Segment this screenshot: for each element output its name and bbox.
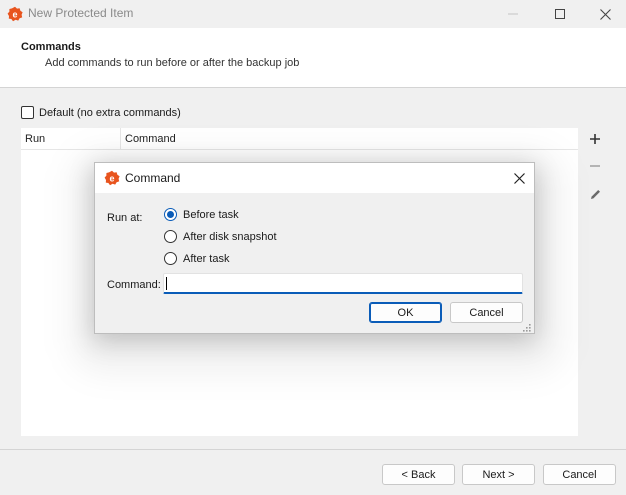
page-subtitle: Add commands to run before or after the … [45, 57, 300, 69]
page-title: Commands [21, 41, 81, 53]
minus-icon [590, 165, 600, 167]
add-command-button[interactable] [585, 129, 605, 149]
wizard-header: Commands Add commands to run before or a… [0, 28, 626, 88]
maximize-icon [555, 9, 565, 19]
pencil-icon [590, 189, 600, 199]
remove-command-button[interactable] [585, 156, 605, 176]
resize-grip-icon[interactable] [522, 323, 532, 333]
svg-text:e: e [109, 174, 114, 184]
cancel-button[interactable]: Cancel [543, 464, 616, 485]
default-checkbox[interactable] [21, 106, 34, 119]
footer-divider [0, 449, 626, 450]
command-label: Command: [107, 279, 161, 291]
minimize-icon [508, 13, 518, 15]
run-at-label: Run at: [107, 212, 143, 224]
column-divider[interactable] [120, 128, 121, 150]
ok-button[interactable]: OK [369, 302, 442, 323]
dialog-close-button[interactable] [504, 163, 534, 193]
app-logo-icon: e [104, 170, 120, 186]
command-input[interactable] [163, 273, 523, 294]
close-icon [513, 172, 525, 184]
radio-before-task[interactable] [164, 208, 177, 221]
dialog-title-bar[interactable]: e Command [95, 163, 534, 193]
window-close-button[interactable] [582, 0, 626, 28]
radio-after-disk-snapshot[interactable] [164, 230, 177, 243]
command-dialog: e Command Run at: Before task After disk… [94, 162, 535, 334]
next-button[interactable]: Next > [462, 464, 535, 485]
window-title: New Protected Item [28, 6, 134, 20]
text-caret [166, 277, 167, 290]
default-checkbox-label[interactable]: Default (no extra commands) [39, 107, 181, 119]
close-icon [599, 8, 611, 20]
column-header-command[interactable]: Command [125, 133, 176, 145]
edit-command-button[interactable] [585, 184, 605, 204]
radio-label-after-task[interactable]: After task [183, 253, 229, 265]
app-logo-icon: e [7, 6, 23, 22]
title-bar: e New Protected Item [0, 0, 626, 28]
dialog-title: Command [125, 171, 181, 185]
maximize-button[interactable] [537, 0, 583, 28]
back-button[interactable]: < Back [382, 464, 455, 485]
radio-label-before-task[interactable]: Before task [183, 209, 239, 221]
radio-after-task[interactable] [164, 252, 177, 265]
column-header-run[interactable]: Run [25, 133, 45, 145]
svg-text:e: e [12, 10, 17, 20]
plus-icon [590, 134, 600, 144]
minimize-button[interactable] [490, 0, 536, 28]
table-header: Run Command [21, 128, 578, 150]
dialog-cancel-button[interactable]: Cancel [450, 302, 523, 323]
radio-label-after-disk-snapshot[interactable]: After disk snapshot [183, 231, 277, 243]
